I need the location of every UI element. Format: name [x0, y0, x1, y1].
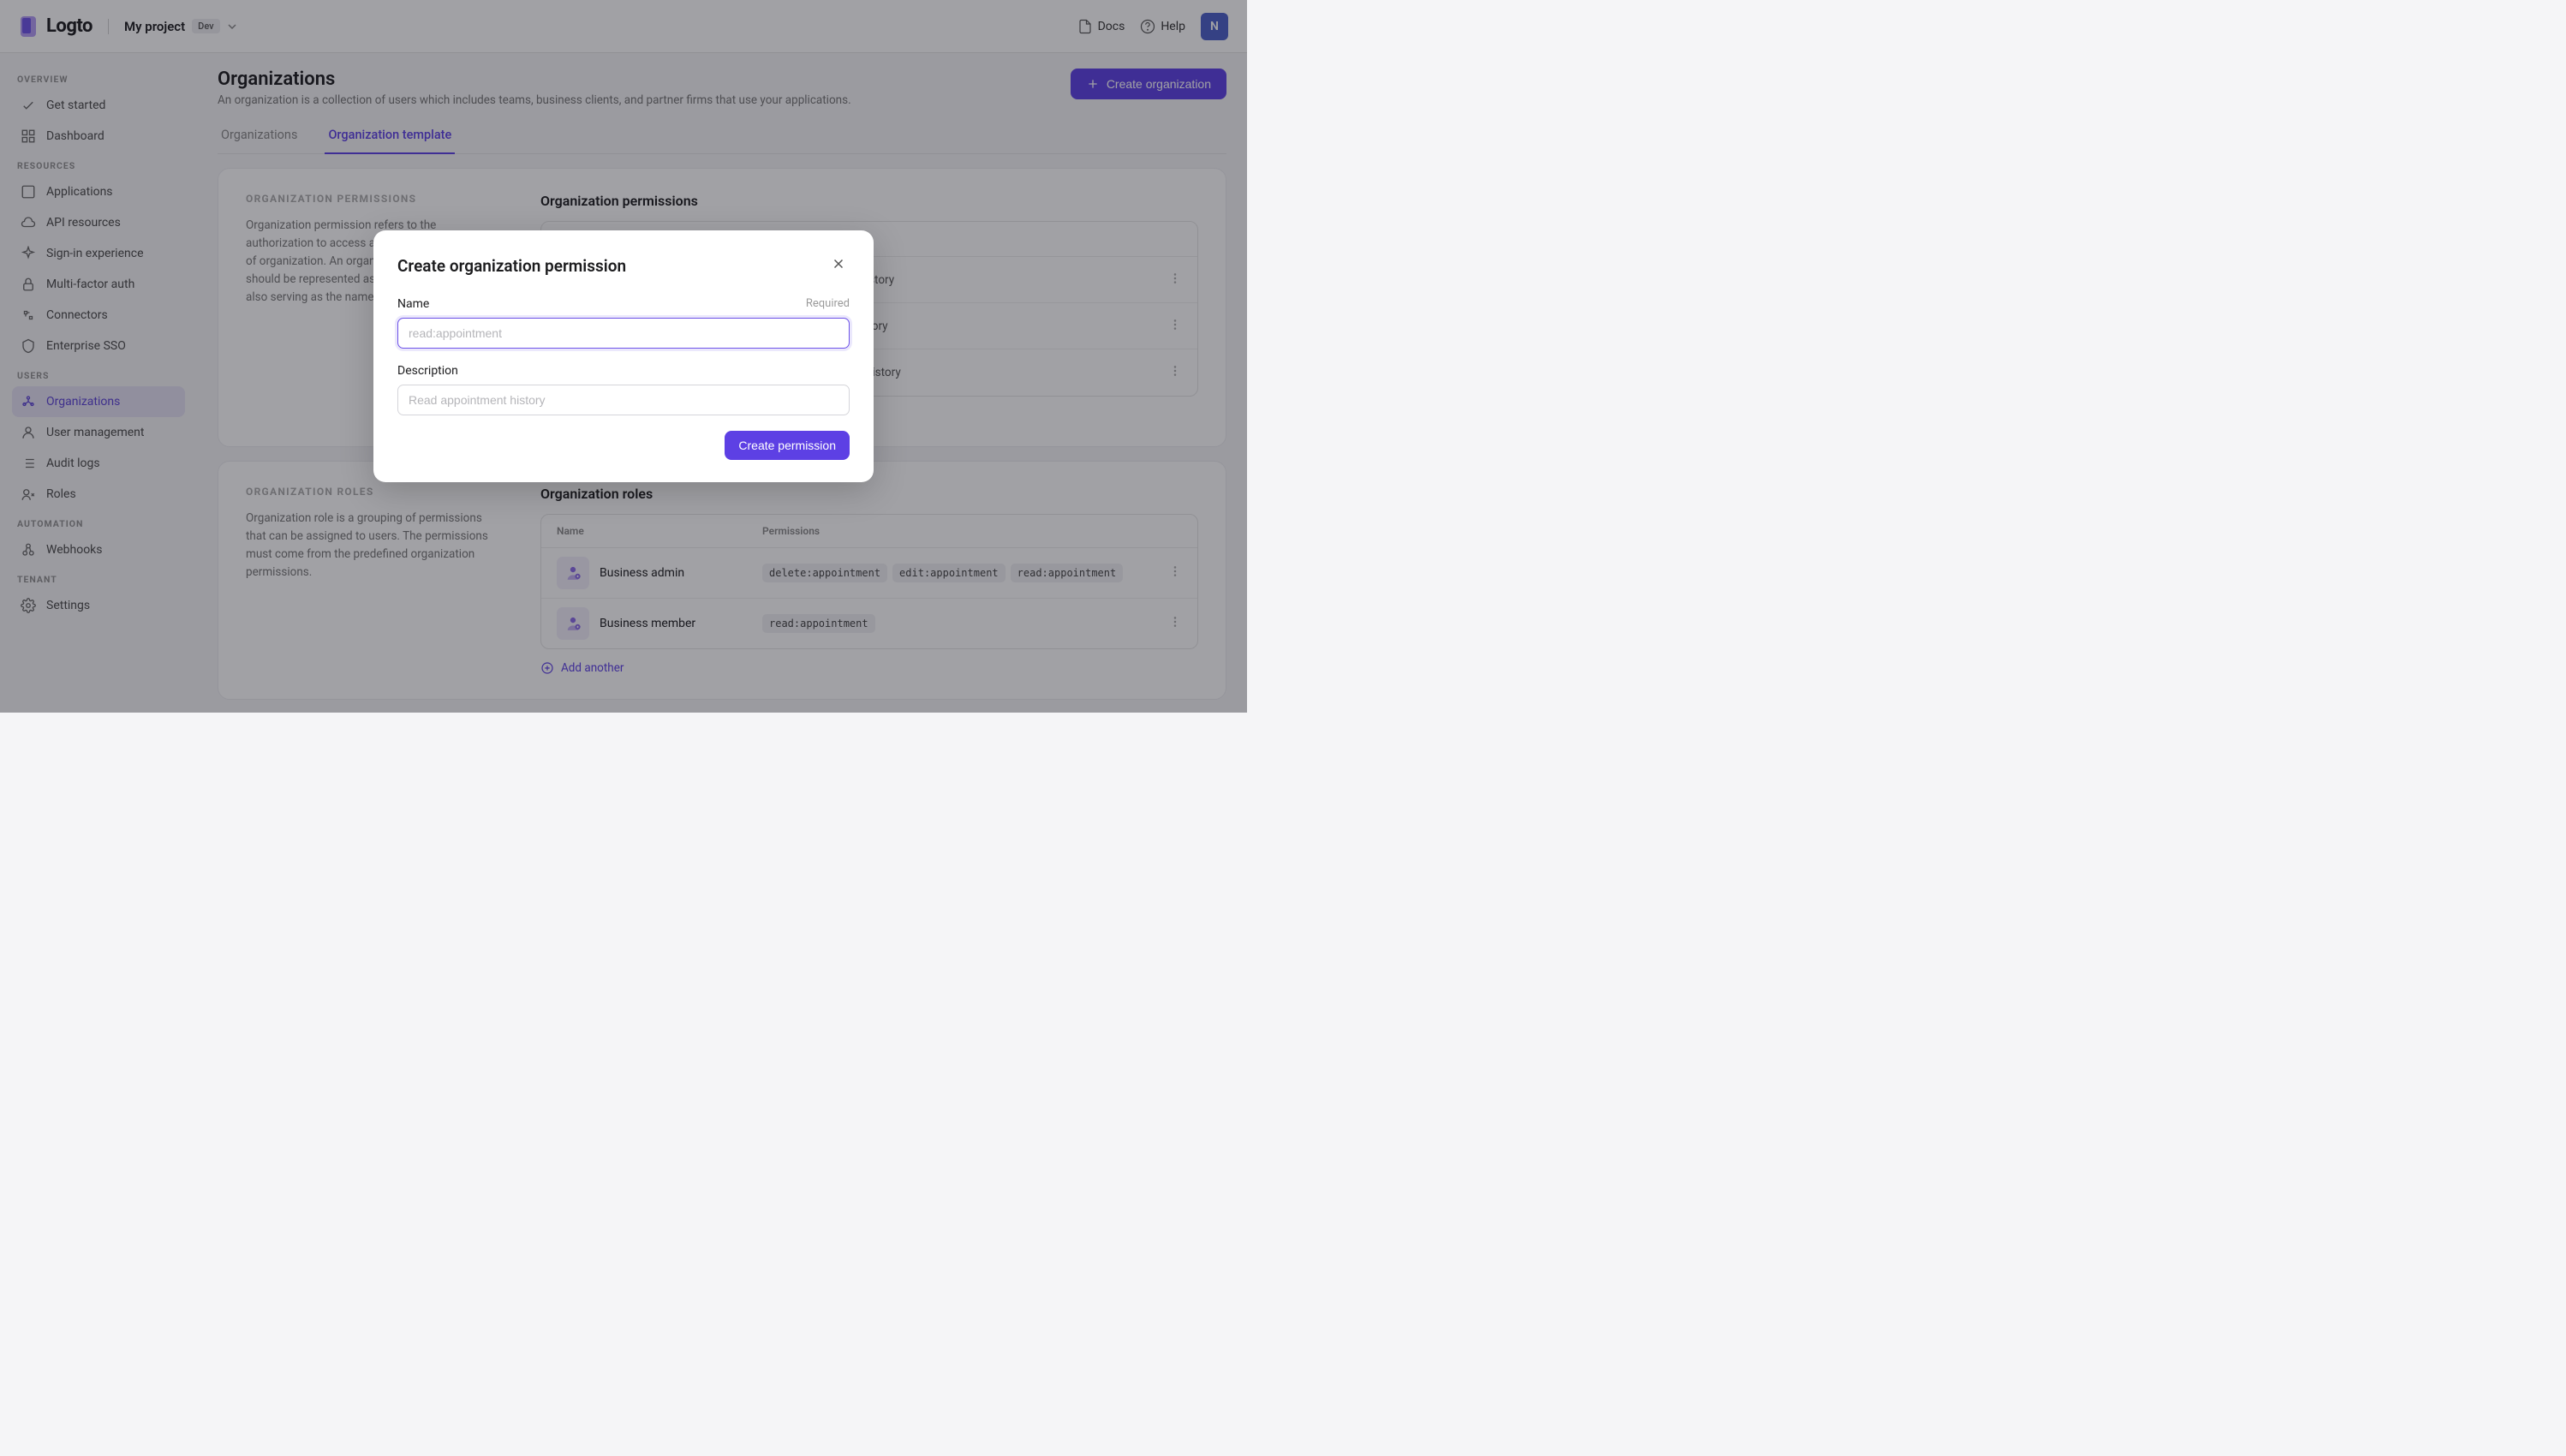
create-permission-modal: Create organization permission Name Requ…: [373, 230, 874, 482]
description-label: Description: [397, 364, 458, 378]
description-input[interactable]: [397, 385, 850, 415]
close-button[interactable]: [827, 253, 850, 278]
required-label: Required: [806, 297, 850, 311]
create-permission-button[interactable]: Create permission: [725, 431, 850, 460]
close-icon: [831, 256, 846, 272]
modal-title: Create organization permission: [397, 256, 626, 276]
modal-overlay[interactable]: Create organization permission Name Requ…: [0, 0, 1247, 713]
name-input[interactable]: [397, 318, 850, 349]
name-label: Name: [397, 297, 429, 311]
